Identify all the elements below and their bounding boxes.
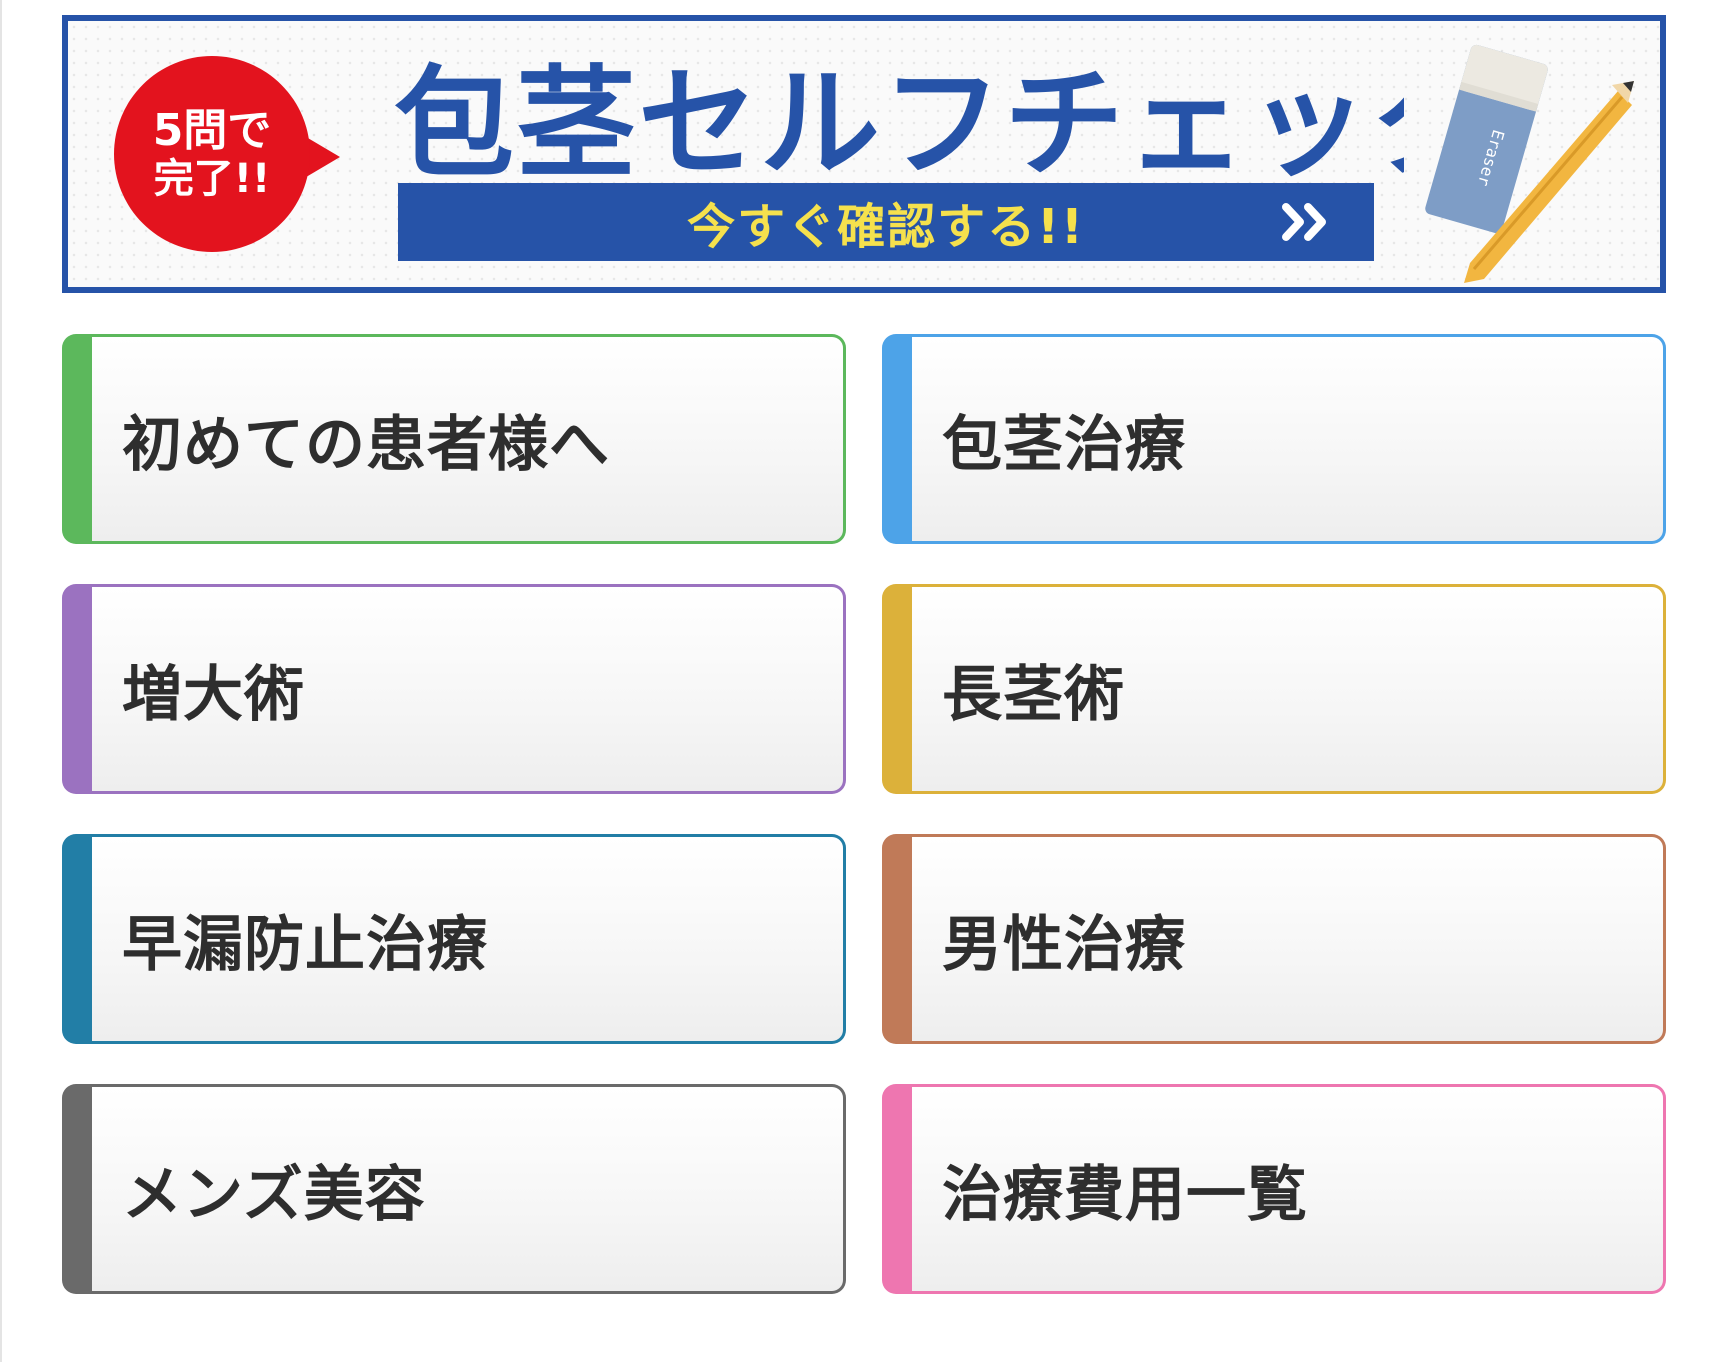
- badge-line2: 完了!!: [153, 156, 271, 203]
- menu-button-label: 治療費用一覧: [942, 1159, 1308, 1230]
- menu-button-label: 長茎術: [942, 659, 1125, 730]
- menu-button-5[interactable]: 早漏防止治療: [62, 834, 846, 1044]
- menu-button-label: 早漏防止治療: [122, 909, 488, 980]
- menu-button-label: 初めての患者様へ: [122, 409, 610, 480]
- menu-button-6[interactable]: 男性治療: [882, 834, 1666, 1044]
- check-now-button[interactable]: 今すぐ確認する!!: [398, 183, 1374, 261]
- page-edge-divider: [0, 0, 2, 1362]
- menu-button-label: 男性治療: [942, 909, 1186, 980]
- page: 5問で 完了!! 包茎セルフチェック 今すぐ確認する!! Eraser 初めての…: [0, 0, 1722, 1362]
- menu-button-3[interactable]: 増大術: [62, 584, 846, 794]
- menu-button-7[interactable]: メンズ美容: [62, 1084, 846, 1294]
- check-now-label: 今すぐ確認する!!: [687, 199, 1085, 255]
- eraser-pencil-illustration: Eraser: [1425, 44, 1634, 283]
- chevrons-right-icon: [1282, 203, 1326, 241]
- menu-button-1[interactable]: 初めての患者様へ: [62, 334, 846, 544]
- menu-button-label: 増大術: [122, 659, 305, 730]
- menu-button-label: 包茎治療: [942, 409, 1186, 480]
- phimosis-self-check-banner[interactable]: 5問で 完了!! 包茎セルフチェック 今すぐ確認する!! Eraser: [62, 15, 1666, 293]
- menu-button-2[interactable]: 包茎治療: [882, 334, 1666, 544]
- banner-title: 包茎セルフチェック: [394, 55, 1404, 183]
- badge: 5問で 完了!!: [114, 56, 310, 252]
- menu-button-4[interactable]: 長茎術: [882, 584, 1666, 794]
- badge-line1: 5問で: [152, 104, 272, 156]
- menu-button-label: メンズ美容: [122, 1159, 426, 1230]
- menu-button-8[interactable]: 治療費用一覧: [882, 1084, 1666, 1294]
